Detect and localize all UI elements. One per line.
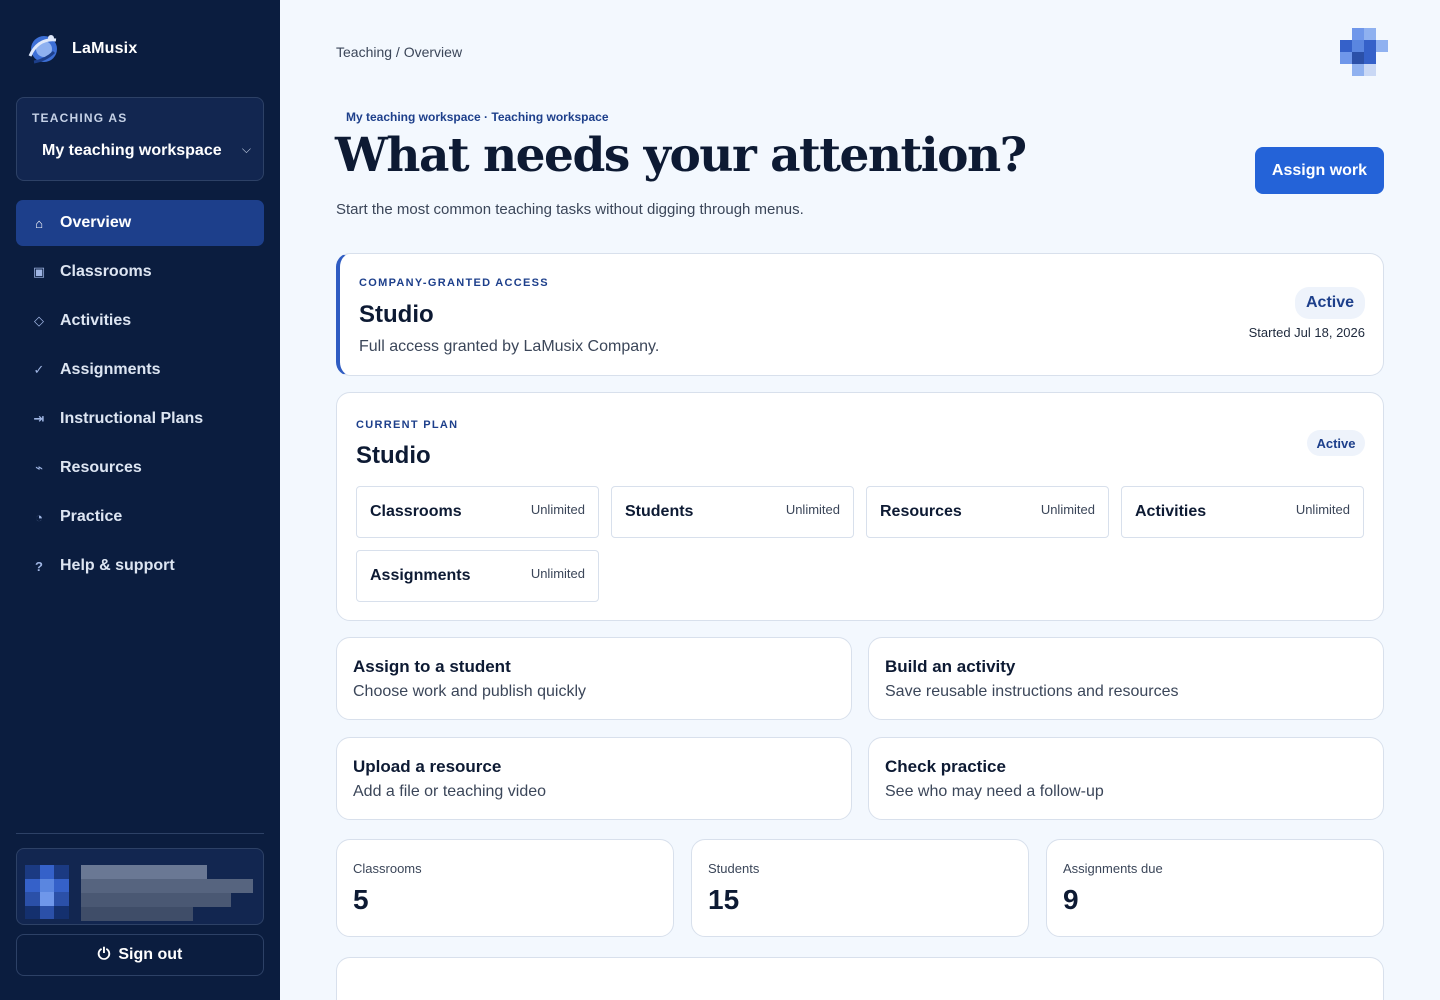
stat-label: Assignments due — [1063, 861, 1163, 876]
sign-out-button[interactable]: ⏻ Sign out — [16, 934, 264, 976]
user-card[interactable] — [16, 848, 264, 925]
task-description: Add a file or teaching video — [353, 783, 547, 800]
diamond-icon: ◇ — [34, 313, 44, 328]
limit-activities: Activities Unlimited — [1121, 486, 1364, 538]
limit-name: Assignments — [370, 567, 471, 584]
sidebar-item-assignments[interactable]: ✓ Assignments — [16, 347, 264, 393]
workspace-value: My teaching workspace — [42, 142, 222, 159]
task-title: Build an activity — [885, 657, 1016, 676]
status-badge: Active — [1307, 430, 1365, 456]
sidebar-item-activities[interactable]: ◇ Activities — [16, 298, 264, 344]
task-assign-to-student[interactable]: Assign to a student Choose work and publ… — [336, 637, 852, 720]
plan-card: CURRENT PLAN Studio Active Classrooms Un… — [336, 392, 1384, 621]
sidebar-item-label: Classrooms — [60, 263, 152, 280]
limit-resources: Resources Unlimited — [866, 486, 1109, 538]
sign-out-label: Sign out — [118, 946, 183, 963]
task-upload-resource[interactable]: Upload a resource Add a file or teaching… — [336, 737, 852, 820]
avatar — [25, 865, 69, 919]
check-icon: ✓ — [33, 362, 45, 377]
task-title: Assign to a student — [353, 657, 511, 676]
arrow-to-bar-icon: ⇥ — [33, 411, 45, 426]
access-plan-name: Studio — [359, 301, 434, 328]
limit-value: Unlimited — [785, 502, 840, 517]
limit-value: Unlimited — [530, 566, 585, 581]
page-subtitle: Start the most common teaching tasks wit… — [336, 201, 804, 218]
stat-label: Classrooms — [353, 861, 422, 876]
stat-classrooms: Classrooms 5 — [336, 839, 674, 937]
stat-students: Students 15 — [691, 839, 1029, 937]
user-name-redacted — [81, 863, 253, 921]
lamusix-logo-icon — [24, 30, 62, 68]
stat-label: Students — [708, 861, 760, 876]
profile-avatar[interactable] — [1340, 28, 1388, 76]
task-check-practice[interactable]: Check practice See who may need a follow… — [868, 737, 1384, 820]
sidebar-item-label: Instructional Plans — [60, 410, 204, 427]
page-title: What needs your attention? — [335, 128, 1027, 183]
sidebar-item-overview[interactable]: ⌂ Overview — [16, 200, 264, 246]
assign-work-button[interactable]: Assign work — [1255, 147, 1384, 194]
sidebar-item-classrooms[interactable]: ▣ Classrooms — [16, 249, 264, 295]
workspace-selector[interactable]: TEACHING AS My teaching workspace ⌵ — [16, 97, 264, 181]
plan-kicker: CURRENT PLAN — [356, 419, 459, 431]
sidebar-item-resources[interactable]: ⌁ Resources — [16, 445, 264, 491]
breadcrumb: Teaching / Overview — [336, 44, 463, 60]
power-icon: ⏻ — [97, 946, 111, 963]
sidebar-item-label: Overview — [60, 214, 132, 231]
limit-value: Unlimited — [1295, 502, 1350, 517]
limit-students: Students Unlimited — [611, 486, 854, 538]
sidebar-divider — [16, 833, 264, 834]
limit-classrooms: Classrooms Unlimited — [356, 486, 599, 538]
sidebar-item-label: Help & support — [60, 557, 175, 574]
limit-value: Unlimited — [1040, 502, 1095, 517]
sidebar-item-label: Assignments — [60, 361, 161, 378]
workspace-label: TEACHING AS — [32, 111, 128, 125]
brand[interactable]: LaMusix — [24, 30, 137, 68]
limit-name: Resources — [880, 503, 962, 520]
task-title: Check practice — [885, 757, 1006, 776]
stat-assignments-due: Assignments due 9 — [1046, 839, 1384, 937]
question-icon: ? — [35, 558, 43, 574]
task-title: Upload a resource — [353, 757, 502, 776]
status-badge: Active — [1295, 287, 1365, 319]
sidebar-item-label: Resources — [60, 459, 142, 476]
sidebar-item-practice[interactable]: ◔ Practice — [16, 494, 264, 540]
stat-value: 15 — [708, 884, 740, 915]
task-description: Save reusable instructions and resources — [885, 683, 1179, 700]
clock-icon: ◔ — [35, 509, 43, 525]
sidebar-nav: ⌂ Overview ▣ Classrooms ◇ Activities ✓ A… — [16, 200, 264, 592]
next-section-card — [336, 957, 1384, 1000]
task-build-activity[interactable]: Build an activity Save reusable instruct… — [868, 637, 1384, 720]
sidebar: LaMusix TEACHING AS My teaching workspac… — [0, 0, 280, 1000]
stat-value: 5 — [353, 884, 369, 915]
workspace-eyebrow: My teaching workspace · Teaching workspa… — [346, 110, 609, 124]
access-card: COMPANY-GRANTED ACCESS Studio Full acces… — [336, 253, 1384, 376]
task-description: Choose work and publish quickly — [353, 683, 587, 700]
access-description: Full access granted by LaMusix Company. — [359, 338, 660, 355]
classroom-icon: ▣ — [32, 264, 46, 279]
sidebar-item-instructional-plans[interactable]: ⇥ Instructional Plans — [16, 396, 264, 442]
sidebar-item-help[interactable]: ? Help & support — [16, 543, 264, 589]
limit-value: Unlimited — [530, 502, 585, 517]
limit-name: Classrooms — [370, 503, 462, 520]
link-icon: ⌁ — [35, 460, 43, 475]
brand-name: LaMusix — [72, 40, 138, 57]
access-kicker: COMPANY-GRANTED ACCESS — [359, 277, 549, 289]
access-started-date: Started Jul 18, 2026 — [1248, 325, 1365, 340]
sidebar-item-label: Activities — [60, 312, 132, 329]
stat-value: 9 — [1063, 884, 1079, 915]
home-icon: ⌂ — [35, 215, 43, 231]
plan-name: Studio — [356, 442, 431, 469]
limit-assignments: Assignments Unlimited — [356, 550, 599, 602]
limit-name: Activities — [1135, 503, 1207, 520]
sidebar-item-label: Practice — [60, 508, 123, 525]
task-description: See who may need a follow-up — [885, 783, 1104, 800]
limit-name: Students — [625, 503, 694, 520]
chevron-down-icon: ⌵ — [241, 142, 251, 156]
